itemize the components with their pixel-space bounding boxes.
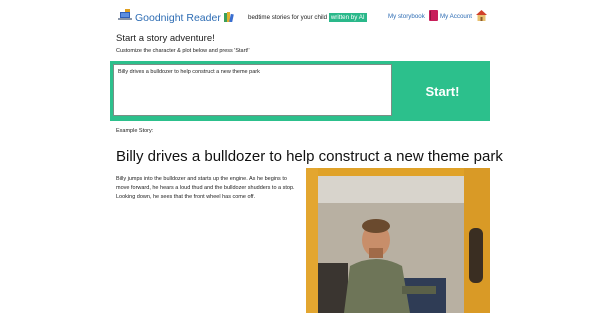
story-body: Billy jumps into the bulldozer and start…: [116, 176, 295, 200]
start-button[interactable]: Start!: [395, 61, 490, 121]
laptop-icon: [118, 9, 132, 27]
nav-my-storybook[interactable]: My storybook: [388, 10, 438, 23]
story-form: Billy drives a bulldozer to help constru…: [110, 61, 490, 121]
story-image: [306, 168, 490, 313]
story-title: Billy drives a bulldozer to help constru…: [116, 148, 503, 165]
header: Goodnight Reader bedtime stories for you…: [0, 0, 600, 30]
home-icon: [475, 10, 487, 23]
nav-my-account[interactable]: My Account: [440, 10, 487, 23]
nav-storybook-label: My storybook: [388, 13, 425, 20]
logo[interactable]: Goodnight Reader: [118, 9, 235, 27]
nav-account-label: My Account: [440, 13, 472, 20]
book-icon: [428, 10, 438, 23]
instructions: Customize the character & plot below and…: [116, 48, 250, 54]
app-title: Goodnight Reader: [135, 12, 221, 24]
tagline-prefix: bedtime stories for your child: [248, 14, 328, 21]
tagline-highlight: written by AI: [328, 13, 367, 22]
section-title: Start a story adventure!: [116, 33, 215, 44]
tagline: bedtime stories for your child written b…: [248, 13, 367, 22]
example-label: Example Story:: [116, 128, 154, 134]
story-prompt-input[interactable]: Billy drives a bulldozer to help constru…: [113, 64, 392, 116]
books-icon: [223, 9, 235, 27]
